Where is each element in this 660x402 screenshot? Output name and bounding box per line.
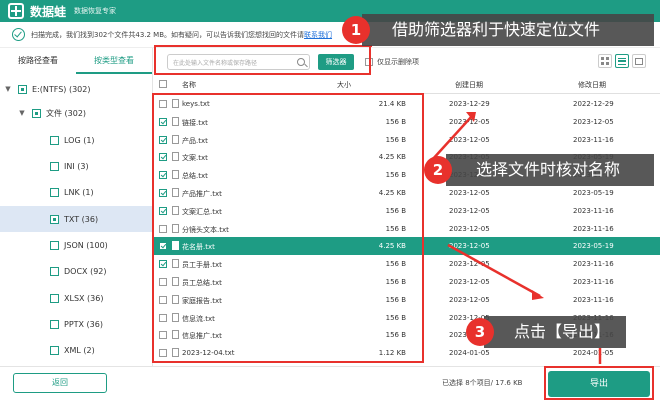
callout-1-badge: 1 — [342, 16, 370, 44]
arrow-3-head — [532, 290, 544, 300]
callout-3-badge: 3 — [466, 318, 494, 346]
callout-3: 点击【导出】 — [484, 316, 626, 348]
app-window: 数据蛙 数据恢复专家 扫描完成，我们找到302个文件共43.2 MB。如有疑问，… — [0, 0, 660, 402]
callout-2: 选择文件时核对名称 — [446, 154, 654, 186]
callout-2-badge: 2 — [424, 156, 452, 184]
callout-1-text: 借助筛选器利于快速定位文件 — [392, 20, 601, 39]
callout-1: 借助筛选器利于快速定位文件 — [362, 14, 654, 46]
callout-2-text: 选择文件时核对名称 — [476, 160, 621, 179]
arrow-3-line — [447, 243, 541, 298]
callout-3-text: 点击【导出】 — [514, 322, 611, 341]
